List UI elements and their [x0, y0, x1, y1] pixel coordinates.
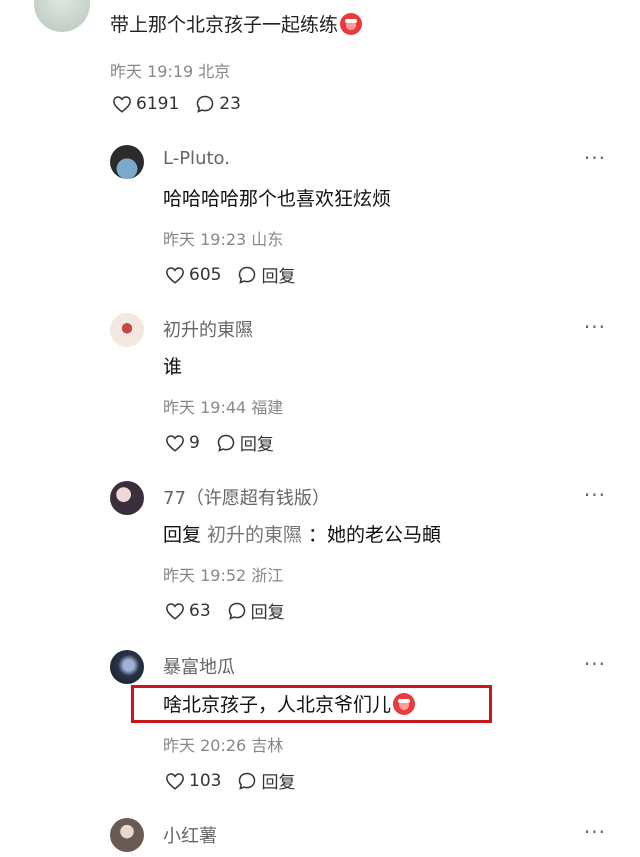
heart-icon	[166, 266, 184, 284]
like-count: 9	[189, 432, 200, 453]
comment-time: 昨天 19:23	[163, 230, 247, 249]
like-button[interactable]: 9	[165, 433, 200, 453]
comment-location: 福建	[251, 398, 284, 417]
comment-username[interactable]: 小红薯	[163, 822, 217, 848]
highlight-box	[131, 685, 492, 723]
user-avatar[interactable]	[110, 818, 144, 852]
reply-button[interactable]: 回复	[216, 430, 274, 455]
reply-target-username[interactable]: 初升的東隰	[207, 520, 302, 547]
comment-icon	[239, 266, 256, 284]
heart-icon	[166, 434, 184, 452]
post-text: 带上那个北京孩子一起练练	[110, 10, 363, 37]
comment-actions: 9 回复	[165, 430, 290, 455]
comment-location: 山东	[251, 230, 284, 249]
comment-meta: 昨天 19:52 浙江	[163, 562, 283, 586]
comment-text-content: ：她的老公马頔	[308, 524, 442, 546]
user-avatar[interactable]	[110, 481, 144, 515]
reply-label: 回复	[239, 435, 274, 455]
reply-label: 回复	[261, 773, 296, 793]
comment-meta: 昨天 19:23 山东	[163, 226, 283, 250]
comment-text: 回复 初升的東隰 ：她的老公马頔	[163, 520, 441, 547]
comment-meta: 昨天 19:44 福建	[163, 394, 283, 418]
heart-icon	[113, 96, 131, 113]
comment-time: 昨天 19:52	[163, 566, 247, 585]
more-options-icon[interactable]: ···	[584, 820, 606, 844]
comment-icon	[217, 434, 235, 452]
more-options-icon[interactable]: ···	[584, 652, 606, 676]
post-time: 昨天 19:19	[110, 62, 194, 81]
reply-prefix: 回复	[163, 524, 202, 546]
comment-actions: 103 回复	[165, 768, 311, 793]
user-avatar[interactable]	[110, 313, 144, 347]
post-like-button[interactable]: 6191	[112, 94, 179, 114]
more-options-icon[interactable]: ···	[584, 146, 606, 170]
like-count: 63	[189, 600, 211, 621]
comment-time: 昨天 20:26	[163, 736, 247, 755]
like-button[interactable]: 63	[165, 601, 211, 621]
comment-text: 谁	[163, 356, 183, 378]
comment-icon	[197, 95, 214, 113]
comment-time: 昨天 19:44	[163, 398, 247, 417]
post-like-count: 6191	[136, 94, 180, 114]
comment-icon	[228, 602, 245, 620]
like-count: 103	[189, 770, 222, 791]
like-button[interactable]: 605	[165, 265, 221, 285]
user-avatar[interactable]	[110, 145, 144, 179]
reply-button[interactable]: 回复	[237, 262, 295, 287]
comment-icon	[239, 772, 256, 790]
post-comment-count: 23	[219, 94, 241, 114]
comment-text: 哈哈哈哈那个也喜欢狂炫烦	[163, 188, 392, 210]
like-count: 605	[189, 264, 222, 285]
comment-username[interactable]: 77（许愿超有钱版）	[163, 484, 330, 510]
comment-username[interactable]: L-Pluto.	[163, 148, 230, 169]
post-stats: 6191 23	[112, 94, 257, 114]
comment-meta: 昨天 20:26 吉林	[163, 732, 283, 756]
comment-actions: 63 回复	[165, 598, 301, 623]
reply-button[interactable]: 回复	[227, 598, 285, 623]
reply-label: 回复	[261, 267, 296, 287]
post-text-content: 带上那个北京孩子一起练练	[110, 14, 339, 36]
post-meta: 昨天 19:19 北京	[110, 58, 230, 82]
crying-face-emoji	[340, 12, 363, 35]
comment-location: 浙江	[251, 566, 284, 585]
user-avatar[interactable]	[110, 650, 144, 684]
post-comment-button[interactable]: 23	[195, 94, 241, 114]
reply-button[interactable]: 回复	[237, 768, 295, 793]
like-button[interactable]: 103	[165, 771, 221, 791]
more-options-icon[interactable]: ···	[584, 483, 606, 507]
comment-username[interactable]: 初升的東隰	[163, 316, 253, 342]
heart-icon	[166, 772, 184, 790]
more-options-icon[interactable]: ···	[584, 315, 606, 339]
comment-actions: 605 回复	[165, 262, 311, 287]
comment-location: 吉林	[251, 736, 284, 755]
heart-icon	[166, 602, 184, 620]
post-avatar[interactable]	[34, 0, 90, 32]
reply-label: 回复	[250, 603, 285, 623]
post-location: 北京	[198, 62, 231, 81]
comment-username[interactable]: 暴富地瓜	[163, 653, 235, 679]
